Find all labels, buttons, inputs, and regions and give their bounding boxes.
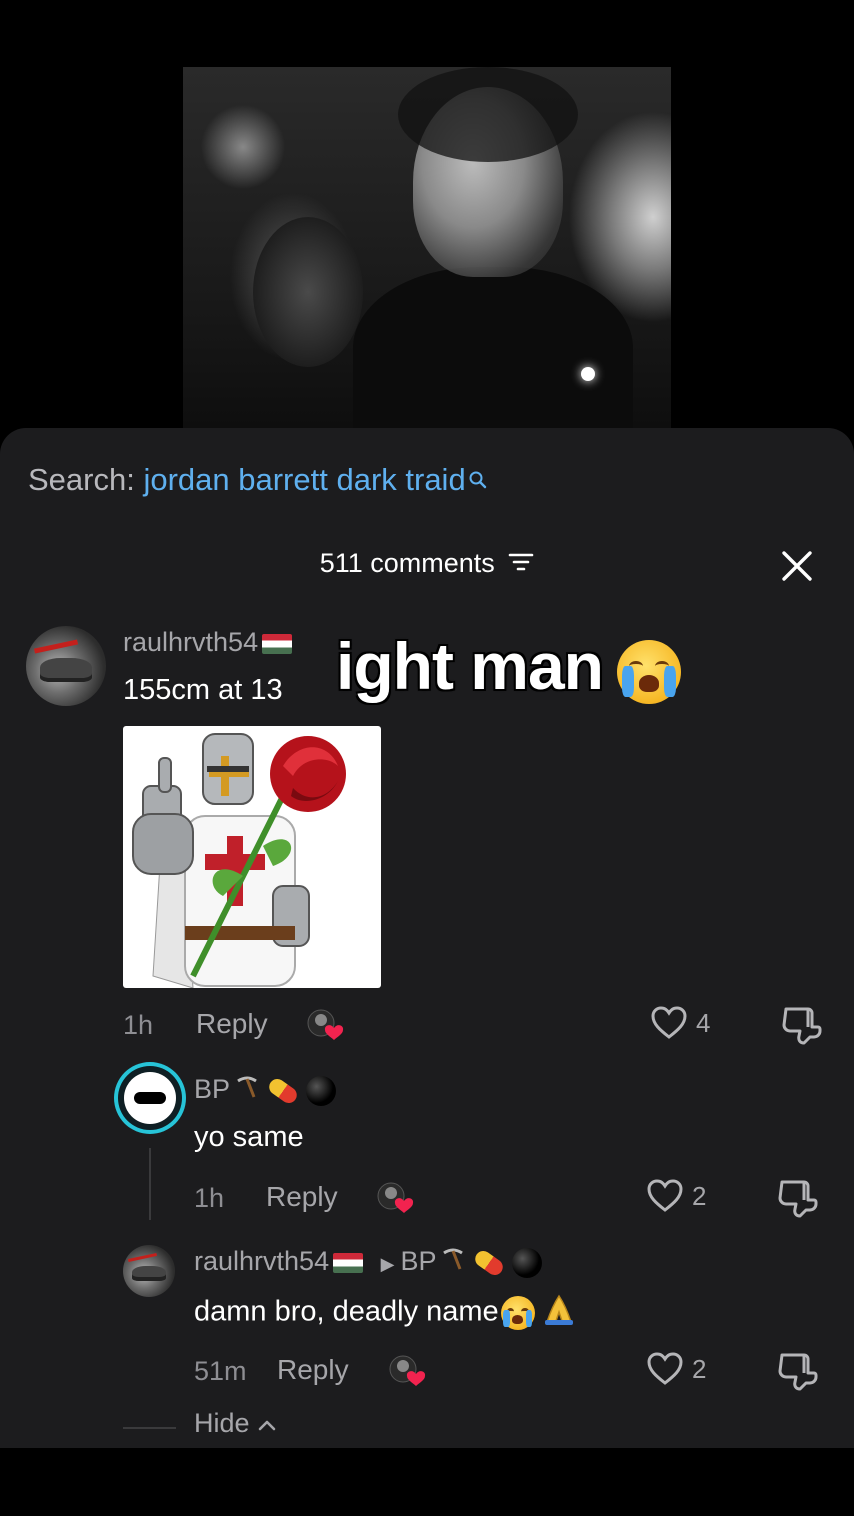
comment-time: 1h [123,1010,154,1040]
avatar[interactable] [26,626,106,706]
reply-button[interactable]: Reply [266,1181,338,1213]
reply-username[interactable]: raulhrvth54 ▶ BP [194,1246,543,1279]
black-circle-icon [512,1247,543,1278]
reply-button[interactable]: Reply [196,1008,268,1040]
search-suggestion[interactable]: Search: jordan barrett dark traid [28,462,488,498]
video-caption: ight man [336,628,681,704]
pickaxe-icon [440,1247,464,1278]
sort-filter-icon[interactable] [508,549,534,580]
crying-face-icon [500,1296,535,1330]
reply-time: 1h [194,1183,225,1213]
avatar[interactable] [123,1245,175,1297]
like-count: 2 [692,1353,707,1384]
heart-icon [647,1179,683,1212]
heart-icon [651,1006,687,1039]
bottom-bar [0,1448,854,1516]
heart-icon [647,1352,683,1385]
search-query[interactable]: jordan barrett dark traid [143,462,465,497]
creator-liked-icon [376,1181,416,1217]
avatar[interactable] [114,1062,186,1134]
close-icon[interactable] [776,545,818,587]
pill-icon [472,1247,507,1279]
praying-hands-icon [541,1292,577,1334]
reply-username[interactable]: BP [194,1074,337,1107]
pill-icon [266,1075,300,1107]
dislike-icon[interactable] [780,1005,822,1050]
video-person-body [353,267,633,429]
comments-count-row: 511 comments [0,548,854,580]
pickaxe-icon [234,1075,258,1106]
comment-username[interactable]: raulhrvth54 [123,627,293,658]
reply-text: damn bro, deadly name [194,1292,577,1334]
reply-arrow-icon: ▶ [380,1254,395,1274]
search-label: Search: [28,462,135,497]
comment-text: 155cm at 13 [123,674,283,706]
crying-face-icon [617,639,681,704]
video-person-left [253,217,363,367]
reply-time: 51m [194,1356,247,1386]
like-button[interactable]: 2 [646,1351,706,1387]
hide-replies-button[interactable]: Hide [194,1408,277,1439]
video-light [581,367,595,381]
like-count: 2 [692,1180,707,1211]
comments-count: 511 comments [319,548,495,578]
hungary-flag-icon [333,1252,364,1273]
hide-divider [123,1427,176,1429]
reply-button[interactable]: Reply [277,1354,349,1386]
like-count: 4 [696,1007,711,1038]
knight-rose-sticker[interactable] [123,726,381,988]
chevron-up-icon [257,1408,277,1438]
like-button[interactable]: 2 [646,1178,706,1214]
black-circle-icon [306,1075,337,1106]
dislike-icon[interactable] [776,1351,818,1396]
like-button[interactable]: 4 [650,1005,710,1041]
hungary-flag-icon [262,633,293,654]
video-frame[interactable] [183,67,671,429]
creator-liked-icon [388,1354,428,1390]
search-icon[interactable] [468,462,488,498]
creator-liked-icon [306,1008,346,1044]
reply-text: yo same [194,1121,304,1153]
thread-line [149,1148,151,1220]
dislike-icon[interactable] [776,1178,818,1223]
video-person-hair [398,67,578,162]
